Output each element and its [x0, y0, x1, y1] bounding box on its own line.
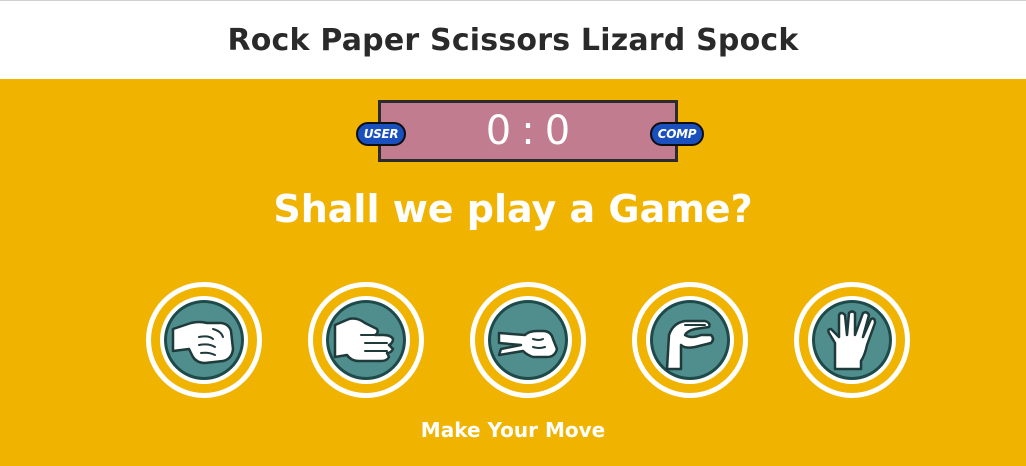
paper-hand-icon — [333, 317, 395, 363]
rock-icon-frame — [160, 296, 248, 384]
page-header: Rock Paper Scissors Lizard Spock — [0, 0, 1026, 79]
scissors-hand-icon — [497, 329, 559, 359]
paper-icon-frame — [322, 296, 410, 384]
comp-score: 0 — [544, 108, 571, 154]
paper-button[interactable] — [308, 282, 424, 398]
lizard-hand-icon — [665, 319, 715, 371]
user-score: 0 — [485, 108, 512, 154]
game-area: 0:0 USER COMP Shall we play a Game? Make… — [0, 79, 1026, 466]
scissors-icon-frame — [484, 296, 572, 384]
game-prompt: Shall we play a Game? — [273, 187, 753, 231]
comp-badge: COMP — [650, 122, 704, 146]
user-badge: USER — [356, 122, 406, 146]
spock-hand-icon — [827, 310, 877, 371]
page-title: Rock Paper Scissors Lizard Spock — [227, 23, 799, 58]
make-move-label: Make Your Move — [420, 418, 606, 442]
scissors-button[interactable] — [470, 282, 586, 398]
lizard-icon-frame — [646, 296, 734, 384]
score-display: 0:0 — [486, 111, 570, 151]
spock-icon-frame — [808, 296, 896, 384]
rock-hand-icon — [171, 320, 235, 365]
spock-button[interactable] — [794, 282, 910, 398]
scoreboard: 0:0 — [378, 100, 678, 162]
lizard-button[interactable] — [632, 282, 748, 398]
rock-button[interactable] — [146, 282, 262, 398]
score-separator: : — [521, 108, 535, 154]
